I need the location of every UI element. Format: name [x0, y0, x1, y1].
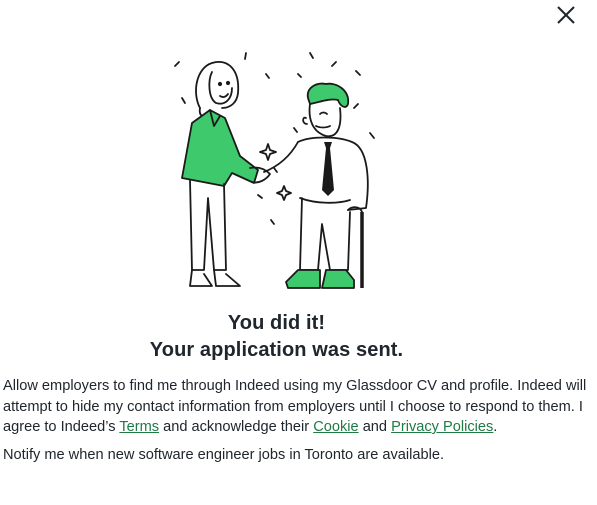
success-headline: You did it! Your application was sent. [0, 310, 553, 364]
headline-line1: You did it! [227, 312, 326, 334]
cookie-link[interactable]: Cookie [313, 419, 358, 435]
handshake-illustration [174, 52, 375, 289]
consent-text-and: and [358, 419, 392, 435]
close-button[interactable] [555, 4, 577, 26]
consent-text-after-terms: and acknowledge their [159, 419, 314, 435]
headline-line2: Your application was sent. [149, 339, 404, 361]
consent-text-end: . [493, 419, 498, 435]
terms-link[interactable]: Terms [119, 419, 159, 435]
consent-text: Allow employers to find me through Indee… [3, 376, 588, 438]
privacy-policies-link[interactable]: Privacy Policies [391, 419, 493, 435]
job-alert-text: Notify me when new software engineer job… [3, 447, 445, 463]
close-icon [557, 6, 575, 24]
